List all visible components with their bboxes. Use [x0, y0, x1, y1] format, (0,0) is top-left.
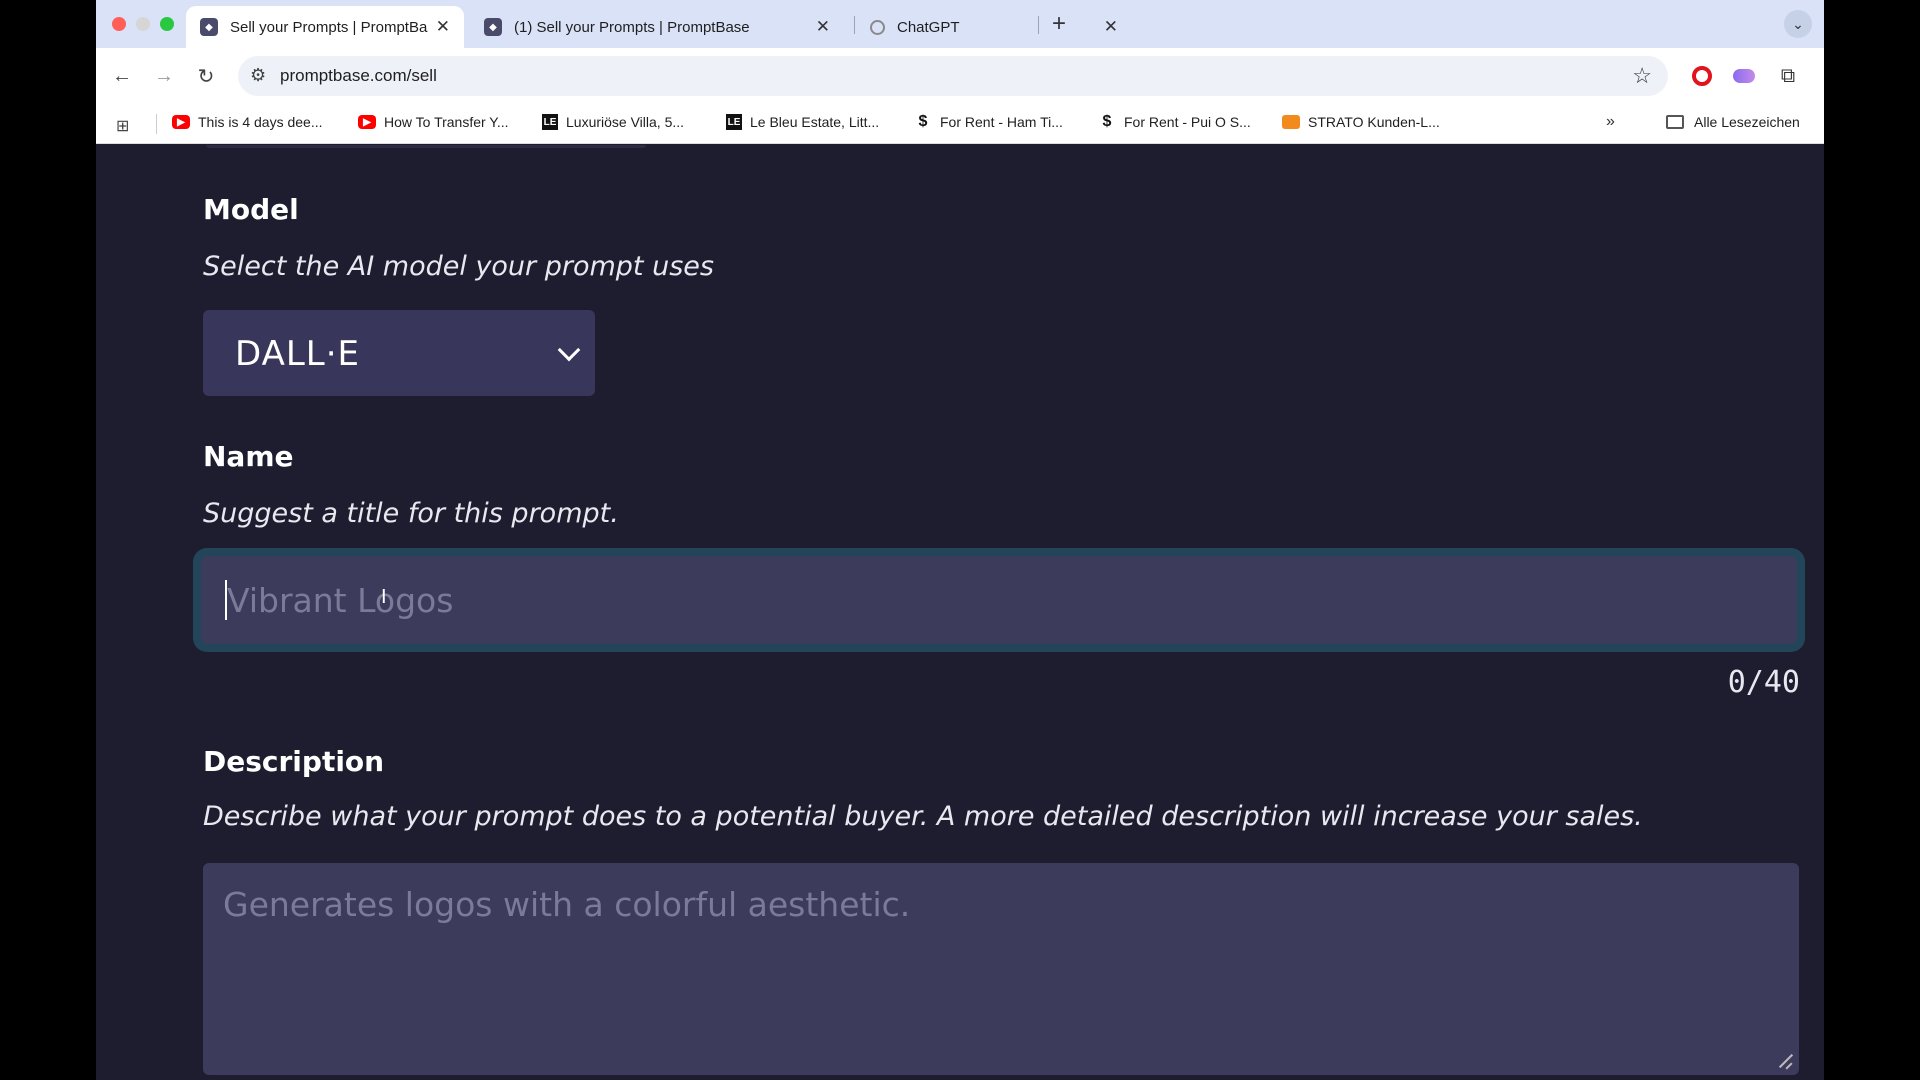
description-label: Description	[203, 745, 385, 778]
name-input-placeholder: Vibrant Logos	[227, 581, 454, 620]
name-input[interactable]: Vibrant Logos I	[201, 556, 1797, 644]
tab-separator	[1038, 16, 1039, 34]
site-info-icon[interactable]: ⚙	[250, 65, 266, 86]
opera-extension-icon[interactable]	[1688, 62, 1716, 90]
text-caret	[225, 580, 227, 620]
folder-icon	[1666, 115, 1684, 129]
window-minimize-button[interactable]	[136, 17, 150, 31]
strato-icon	[1282, 115, 1300, 129]
name-hint: Suggest a title for this prompt.	[203, 498, 619, 529]
bookmark-label: STRATO Kunden-L...	[1308, 114, 1440, 130]
reload-icon[interactable]: ↻	[190, 60, 222, 92]
bookmark-item[interactable]: STRATO Kunden-L...	[1282, 114, 1440, 130]
address-bar[interactable]: ⚙ promptbase.com/sell ☆	[238, 56, 1668, 96]
more-bookmarks-chevron-icon[interactable]: »	[1606, 113, 1615, 131]
back-arrow-icon[interactable]: ←	[106, 60, 138, 92]
resize-handle-icon[interactable]	[1777, 1053, 1793, 1069]
new-tab-plus-icon[interactable]: +	[1052, 10, 1066, 38]
chatgpt-favicon-icon	[870, 19, 885, 35]
name-character-counter: 0/40	[1727, 665, 1800, 700]
dollar-icon: $	[1102, 113, 1112, 130]
bookmark-item[interactable]: ▶ This is 4 days dee...	[172, 114, 323, 130]
description-hint: Describe what your prompt does to a pote…	[203, 801, 1643, 832]
bookmark-label: Le Bleu Estate, Litt...	[750, 114, 880, 130]
bookmark-item[interactable]: ▶ How To Transfer Y...	[358, 114, 509, 130]
extensions-puzzle-icon[interactable]: ⧉	[1774, 62, 1802, 90]
tab-close-icon[interactable]: ✕	[1104, 17, 1118, 37]
bookmark-item[interactable]: $ For Rent - Pui O S...	[1098, 113, 1251, 130]
all-bookmarks-folder[interactable]: Alle Lesezeichen	[1666, 114, 1800, 130]
tab-sell-prompts-2[interactable]: ◆ (1) Sell your Prompts | PromptBase ✕	[470, 6, 844, 48]
tab-title: (1) Sell your Prompts | PromptBase	[514, 18, 750, 36]
name-input-focus-ring: Vibrant Logos I	[193, 548, 1805, 652]
tab-close-icon[interactable]: ✕	[816, 17, 830, 37]
sell-prompt-form: Model Select the AI model your prompt us…	[96, 145, 1824, 1080]
bookmarks-folder-label: Alle Lesezeichen	[1694, 114, 1800, 130]
model-select-value: DALL·E	[235, 334, 361, 374]
youtube-icon: ▶	[172, 115, 190, 129]
model-hint: Select the AI model your prompt uses	[203, 251, 714, 282]
description-textarea[interactable]: Generates logos with a colorful aestheti…	[203, 863, 1799, 1075]
bookmark-label: How To Transfer Y...	[384, 114, 509, 130]
promptbase-favicon-icon: ◆	[484, 18, 502, 36]
apps-grid-icon[interactable]: ⊞	[116, 116, 129, 136]
tab-search-chevron-icon[interactable]: ⌄	[1784, 10, 1812, 38]
chevron-down-icon	[557, 338, 581, 362]
tab-strip: ◆ Sell your Prompts | PromptBase ✕ ◆ (1)…	[96, 0, 1824, 48]
bookmark-item[interactable]: LE Le Bleu Estate, Litt...	[726, 114, 879, 130]
tab-chatgpt[interactable]: ChatGPT ✕	[856, 6, 1132, 48]
description-placeholder: Generates logos with a colorful aestheti…	[223, 885, 911, 924]
window-maximize-button[interactable]	[160, 17, 174, 31]
bookmark-label: Luxuriöse Villa, 5...	[566, 114, 685, 130]
tab-sell-prompts-active[interactable]: ◆ Sell your Prompts | PromptBase ✕	[186, 6, 464, 48]
bookmark-label: This is 4 days dee...	[198, 114, 323, 130]
bookmark-star-icon[interactable]: ☆	[1632, 63, 1652, 89]
browser-window: ◆ Sell your Prompts | PromptBase ✕ ◆ (1)…	[96, 0, 1824, 1080]
cloud-extension-icon[interactable]	[1730, 62, 1758, 90]
window-close-button[interactable]	[112, 17, 126, 31]
tab-separator	[854, 16, 855, 34]
text-cursor-ibeam-icon: I	[381, 586, 387, 608]
le-icon: LE	[726, 114, 742, 130]
tab-title: Sell your Prompts | PromptBase	[230, 18, 428, 36]
dollar-icon: $	[918, 113, 928, 130]
le-icon: LE	[542, 114, 558, 130]
bookmark-item[interactable]: $ For Rent - Ham Ti...	[914, 113, 1063, 130]
bookmark-label: For Rent - Ham Ti...	[940, 114, 1063, 130]
tab-close-icon[interactable]: ✕	[436, 17, 450, 37]
previous-field-edge	[206, 145, 646, 148]
browser-toolbar: ← → ↻ ⚙ promptbase.com/sell ☆ ⧉	[96, 48, 1824, 104]
bookmark-item[interactable]: LE Luxuriöse Villa, 5...	[542, 114, 684, 130]
bookmark-label: For Rent - Pui O S...	[1124, 114, 1251, 130]
bookmarks-separator	[156, 114, 157, 134]
promptbase-favicon-icon: ◆	[200, 18, 218, 36]
model-label: Model	[203, 193, 299, 226]
model-select[interactable]: DALL·E	[203, 310, 595, 396]
bookmarks-bar: ⊞ ▶ This is 4 days dee... ▶ How To Trans…	[96, 104, 1824, 144]
youtube-icon: ▶	[358, 115, 376, 129]
name-label: Name	[203, 440, 294, 473]
address-url: promptbase.com/sell	[280, 66, 437, 85]
forward-arrow-icon[interactable]: →	[148, 60, 180, 92]
